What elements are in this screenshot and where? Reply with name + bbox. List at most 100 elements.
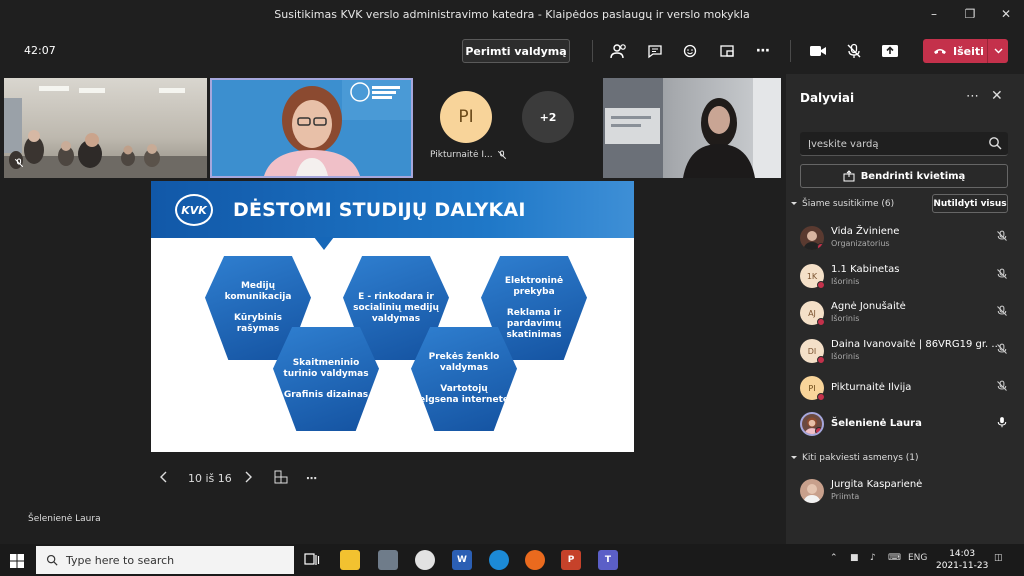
mic-muted-icon[interactable] xyxy=(996,268,1008,280)
participants-icon[interactable] xyxy=(609,41,629,61)
avatar xyxy=(800,479,824,503)
reactions-icon[interactable] xyxy=(681,41,701,61)
participant-name: Vida Žviniene xyxy=(831,226,900,237)
video-tile-classroom[interactable] xyxy=(4,78,207,178)
share-screen-icon[interactable] xyxy=(880,41,900,61)
shared-presentation-slide[interactable]: KVK DĖSTOMI STUDIJŲ DALYKAI Medijų komun… xyxy=(151,181,634,452)
meeting-stage: PI Pikturnaitė I... +2 KVK DĖSTOMI STUDI… xyxy=(0,74,786,544)
powerpoint-icon[interactable]: P xyxy=(561,550,581,570)
subject-hexagon: Prekės ženklo valdymas Vartotojų elgsena… xyxy=(411,327,517,431)
volume-icon[interactable]: ♪ xyxy=(870,553,876,563)
close-icon[interactable]: ✕ xyxy=(991,88,1003,104)
mic-muted-icon xyxy=(497,150,506,160)
search-icon xyxy=(46,554,58,566)
avatar-initials: 1K xyxy=(806,271,818,281)
keyboard-icon[interactable]: ⌨ xyxy=(888,553,901,563)
slide-more-icon[interactable]: ⋯ xyxy=(306,472,317,485)
calculator-icon[interactable] xyxy=(378,550,398,570)
window-controls: – ❐ ✕ xyxy=(916,0,1024,28)
windows-start-icon[interactable] xyxy=(10,553,24,572)
panel-title: Dalyviai xyxy=(800,91,855,105)
leave-button[interactable]: Išeiti xyxy=(923,39,1008,63)
participant-row[interactable]: Šelenienė Laura xyxy=(800,410,1012,442)
participant-row[interactable]: Jurgita Kasparienė Priimta xyxy=(800,477,1012,509)
participant-role: Priimta xyxy=(831,492,860,501)
section-others-invited[interactable]: Kiti pakviesti asmenys (1) xyxy=(790,453,919,463)
header-pointer xyxy=(314,237,334,250)
minimize-icon[interactable]: – xyxy=(916,0,952,28)
share-invite-button[interactable]: Bendrinti kvietimą xyxy=(800,164,1008,188)
participant-row[interactable]: Vida Žviniene Organizatorius xyxy=(800,224,1012,256)
firefox-icon[interactable] xyxy=(525,550,545,570)
slide-grid-icon[interactable] xyxy=(274,470,302,487)
paint-icon[interactable] xyxy=(415,550,435,570)
close-window-icon[interactable]: ✕ xyxy=(988,0,1024,28)
mic-muted-icon[interactable] xyxy=(996,343,1008,355)
avatar xyxy=(800,412,824,436)
teams-icon[interactable]: T xyxy=(598,550,618,570)
edge-icon[interactable] xyxy=(489,550,509,570)
slide-navigation: 10 iš 16 ⋯ xyxy=(160,468,317,488)
video-tile-participant[interactable] xyxy=(603,78,781,178)
subject-label: Elektroninė prekyba xyxy=(504,275,564,297)
take-control-button[interactable]: Perimti valdymą xyxy=(462,39,570,63)
rooms-icon[interactable] xyxy=(717,41,737,61)
slide-counter: 10 iš 16 xyxy=(188,471,232,485)
participant-video xyxy=(603,78,781,178)
leave-dropdown[interactable] xyxy=(987,39,1008,63)
more-options-icon[interactable]: ⋯ xyxy=(966,89,979,104)
status-dot xyxy=(817,243,824,250)
avatar: AJ xyxy=(800,301,825,326)
participant-row[interactable]: PI Pikturnaitė Ilvija xyxy=(800,374,1012,406)
taskbar-search[interactable]: Type here to search xyxy=(36,546,294,574)
speaker-video xyxy=(212,80,411,176)
participant-name: Jurgita Kasparienė xyxy=(831,479,923,490)
subject-label: Grafinis dizainas xyxy=(283,389,369,400)
network-icon[interactable]: ■ xyxy=(850,553,859,563)
meeting-timer: 42:07 xyxy=(24,44,56,57)
language-indicator[interactable]: ENG xyxy=(908,553,927,563)
toolbar-divider xyxy=(592,40,593,62)
file-explorer-icon[interactable] xyxy=(340,550,360,570)
more-actions-icon[interactable]: ⋯ xyxy=(753,41,773,61)
search-icon xyxy=(989,137,1002,150)
subject-label: Prekės ženklo valdymas xyxy=(428,352,500,373)
participant-role: Organizatorius xyxy=(831,239,890,248)
windows-taskbar: Type here to search W P T ⌃ ■ ♪ ⌨ ENG 14… xyxy=(0,544,1024,576)
participant-name: Daina Ivanovaitė | 86VRG19 gr. ... xyxy=(831,339,1001,350)
participant-row[interactable]: AJ Agnė Jonušaitė Išorinis xyxy=(800,299,1012,331)
chevron-right-icon[interactable] xyxy=(244,471,268,486)
chevron-left-icon[interactable] xyxy=(160,471,174,486)
tray-chevron-icon[interactable]: ⌃ xyxy=(830,553,838,563)
participant-row[interactable]: 1K 1.1 Kabinetas Išorinis xyxy=(800,262,1012,294)
section-in-meeting[interactable]: Šiame susitikime (6) xyxy=(790,199,894,209)
subject-label: Kūrybinis rašymas xyxy=(233,313,283,334)
task-view-icon[interactable] xyxy=(302,550,322,570)
toolbar-divider xyxy=(790,40,791,62)
leave-main[interactable]: Išeiti xyxy=(923,45,987,58)
video-tile-speaker[interactable] xyxy=(210,78,413,178)
participant-name: Šelenienė Laura xyxy=(831,418,922,429)
notifications-icon[interactable]: ◫ xyxy=(994,553,1003,563)
restore-icon[interactable]: ❐ xyxy=(952,0,988,28)
search-input[interactable] xyxy=(800,132,980,156)
avatar-initials: PI xyxy=(808,383,816,393)
classroom-video xyxy=(4,86,207,178)
camera-icon[interactable] xyxy=(808,41,828,61)
mic-muted-icon[interactable] xyxy=(996,305,1008,317)
mic-muted-icon[interactable] xyxy=(996,230,1008,242)
mic-muted-icon xyxy=(14,158,24,168)
mic-icon[interactable] xyxy=(996,416,1008,428)
more-participants-badge[interactable]: +2 xyxy=(522,91,574,143)
mute-all-button[interactable]: Nutildyti visus xyxy=(932,194,1008,213)
word-icon[interactable]: W xyxy=(452,550,472,570)
mic-muted-icon[interactable] xyxy=(996,380,1008,392)
phone-hangup-icon xyxy=(934,49,946,54)
avatar[interactable]: PI xyxy=(440,91,492,143)
participant-row[interactable]: DI Daina Ivanovaitė | 86VRG19 gr. ... Iš… xyxy=(800,337,1012,369)
participant-name: 1.1 Kabinetas xyxy=(831,264,900,275)
taskbar-clock[interactable]: 14:03 2021-11-23 xyxy=(936,548,988,572)
chat-icon[interactable] xyxy=(645,41,665,61)
mic-muted-icon[interactable] xyxy=(844,41,864,61)
presenter-name: Šelenienė Laura xyxy=(28,514,101,524)
